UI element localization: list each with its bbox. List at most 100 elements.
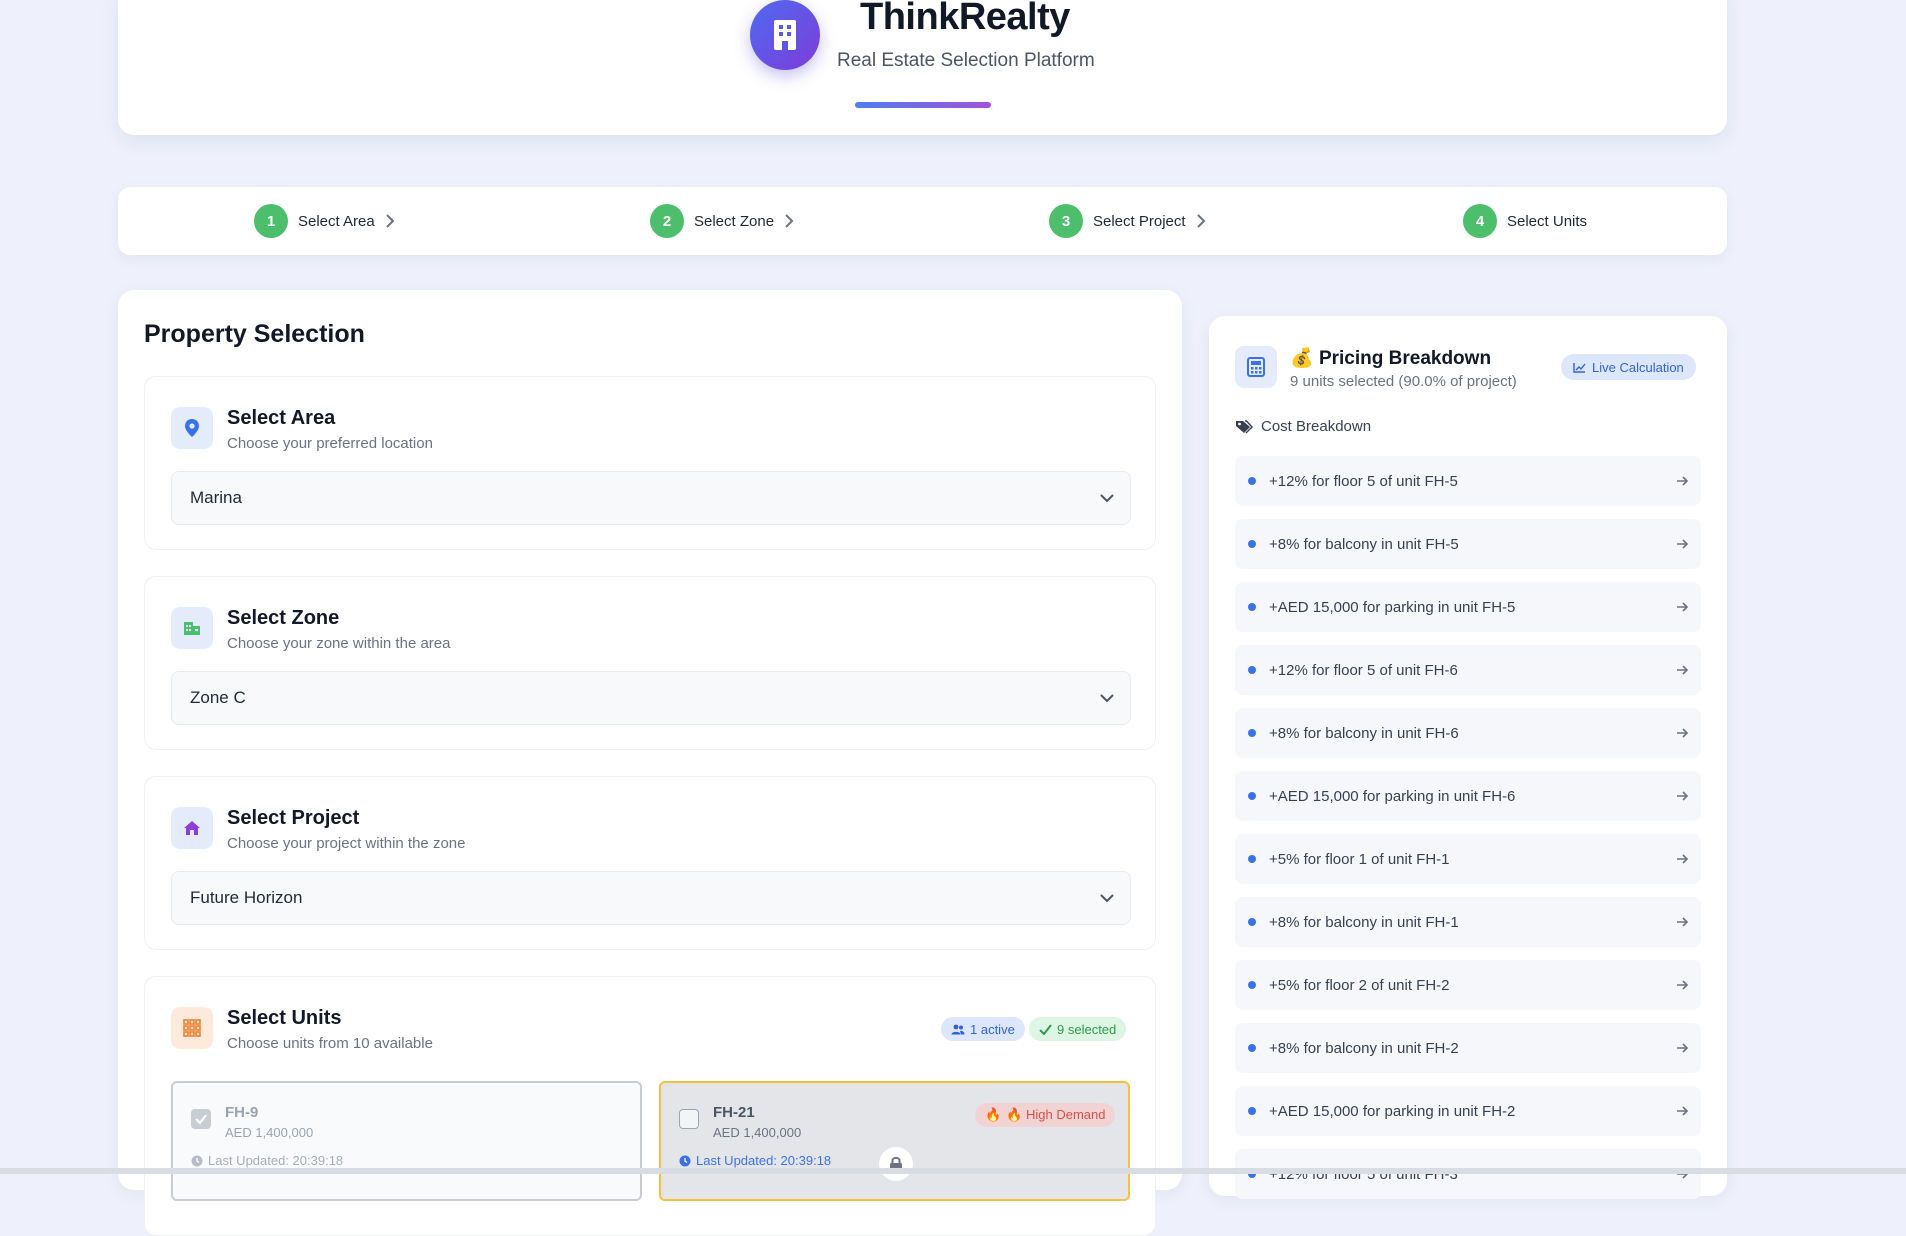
unit-card-fh-9[interactable]: FH-9 AED 1,400,000 Last Updated: 20:39:1… <box>171 1081 642 1201</box>
property-selection-panel: Property Selection Select Area Choose yo… <box>118 290 1182 1236</box>
cost-item[interactable]: +AED 15,000 for parking in unit FH-2 <box>1235 1086 1701 1136</box>
cost-item[interactable]: +12% for floor 5 of unit FH-6 <box>1235 645 1701 695</box>
pricing-title-text: Pricing Breakdown <box>1318 348 1492 369</box>
cost-item-text: +8% for balcony in unit FH-1 <box>1269 913 1459 931</box>
cost-item[interactable]: +5% for floor 2 of unit FH-2 <box>1235 960 1701 1010</box>
step-number: 1 <box>254 204 288 238</box>
select-area-card: Select Area Choose your preferred locati… <box>144 376 1156 550</box>
panel-title: Property Selection <box>144 320 365 348</box>
select-area-subtitle: Choose your preferred location <box>227 435 433 452</box>
unit-name: FH-9 <box>225 1104 259 1121</box>
bullet-dot <box>1248 918 1256 926</box>
chevron-right-icon <box>785 214 794 228</box>
step-select-project[interactable]: 3 Select Project <box>1049 204 1206 238</box>
unit-name: FH-21 <box>713 1104 755 1121</box>
cost-item[interactable]: +8% for balcony in unit FH-6 <box>1235 708 1701 758</box>
select-zone-card: Select Zone Choose your zone within the … <box>144 576 1156 750</box>
area-select-value: Marina <box>190 488 242 507</box>
map-pin-icon <box>171 407 213 449</box>
cost-item[interactable]: +12% for floor 5 of unit FH-5 <box>1235 456 1701 506</box>
zone-select[interactable]: Zone C <box>171 671 1131 725</box>
select-zone-title: Select Zone <box>227 607 340 629</box>
progress-steps: 1 Select Area 2 Select Zone 3 Select Pro… <box>118 187 1727 255</box>
cost-item[interactable]: +8% for balcony in unit FH-2 <box>1235 1023 1701 1073</box>
brand-underline <box>855 102 991 108</box>
cost-item[interactable]: +AED 15,000 for parking in unit FH-5 <box>1235 582 1701 632</box>
tags-icon <box>1236 419 1253 433</box>
bullet-dot <box>1248 729 1256 737</box>
arrow-right-icon <box>1677 539 1689 549</box>
select-units-subtitle: Choose units from 10 available <box>227 1035 433 1052</box>
header-card: ThinkRealty Real Estate Selection Platfo… <box>118 0 1727 135</box>
step-label: Select Zone <box>694 212 775 230</box>
area-select[interactable]: Marina <box>171 471 1131 525</box>
cost-item[interactable]: +8% for balcony in unit FH-5 <box>1235 519 1701 569</box>
pricing-subtitle: 9 units selected (90.0% of project) <box>1290 373 1517 390</box>
unit-last-updated: Last Updated: 20:39:18 <box>191 1153 343 1168</box>
cost-item-text: +AED 15,000 for parking in unit FH-5 <box>1269 598 1516 616</box>
arrow-right-icon <box>1677 791 1689 801</box>
cost-item[interactable]: +5% for floor 1 of unit FH-1 <box>1235 834 1701 884</box>
cost-item-text: +12% for floor 5 of unit FH-5 <box>1269 472 1458 490</box>
cost-item-text: +5% for floor 1 of unit FH-1 <box>1269 850 1450 868</box>
unit-last-updated: Last Updated: 20:39:18 <box>679 1153 831 1168</box>
step-label: Select Units <box>1507 212 1588 230</box>
select-area-title: Select Area <box>227 407 336 429</box>
step-label: Select Project <box>1093 212 1186 230</box>
select-units-card: Select Units Choose units from 10 availa… <box>144 976 1156 1236</box>
arrow-right-icon <box>1677 1106 1689 1116</box>
step-select-units[interactable]: 4 Select Units <box>1463 204 1587 238</box>
pricing-title: 💰 Pricing Breakdown <box>1290 346 1491 370</box>
cost-item-text: +8% for balcony in unit FH-6 <box>1269 724 1459 742</box>
pricing-breakdown-panel: 💰 Pricing Breakdown 9 units selected (90… <box>1209 316 1727 1199</box>
step-select-zone[interactable]: 2 Select Zone <box>650 204 794 238</box>
bullet-dot <box>1248 981 1256 989</box>
step-number: 3 <box>1049 204 1083 238</box>
arrow-right-icon <box>1677 917 1689 927</box>
brand-subtitle: Real Estate Selection Platform <box>837 50 1095 71</box>
calculator-icon <box>1235 346 1277 388</box>
brand-title: ThinkRealty <box>860 0 1070 38</box>
arrow-right-icon <box>1677 728 1689 738</box>
project-select[interactable]: Future Horizon <box>171 871 1131 925</box>
cost-item[interactable]: +8% for balcony in unit FH-1 <box>1235 897 1701 947</box>
high-demand-text: 🔥 High Demand <box>1006 1107 1106 1122</box>
cost-item[interactable]: +12% for floor 5 of unit FH-3 <box>1235 1149 1701 1199</box>
arrow-right-icon <box>1677 665 1689 675</box>
cost-item-text: +12% for floor 5 of unit FH-6 <box>1269 661 1458 679</box>
building-icon <box>750 0 820 70</box>
zone-select-value: Zone C <box>190 688 246 707</box>
chevron-down-icon <box>1100 494 1114 503</box>
selected-count-text: 9 selected <box>1057 1021 1117 1037</box>
money-bag-icon: 💰 <box>1290 348 1314 369</box>
bullet-dot <box>1248 666 1256 674</box>
city-icon <box>171 607 213 649</box>
cost-item-text: +5% for floor 2 of unit FH-2 <box>1269 976 1450 994</box>
select-project-subtitle: Choose your project within the zone <box>227 835 466 852</box>
fire-icon: 🔥 <box>985 1107 1002 1122</box>
clock-icon <box>191 1155 203 1166</box>
clock-icon <box>679 1155 691 1166</box>
arrow-right-icon <box>1677 476 1689 486</box>
active-users-badge: 1 active <box>941 1017 1025 1041</box>
unit-checkbox[interactable] <box>679 1109 699 1129</box>
cost-item-text: +8% for balcony in unit FH-5 <box>1269 535 1459 553</box>
project-select-value: Future Horizon <box>190 888 303 907</box>
chevron-down-icon <box>1100 894 1114 903</box>
bullet-dot <box>1248 1107 1256 1115</box>
unit-price: AED 1,400,000 <box>713 1125 802 1140</box>
check-icon <box>195 1114 207 1125</box>
live-calculation-badge: Live Calculation <box>1561 354 1696 380</box>
step-label: Select Area <box>298 212 375 230</box>
cost-item-text: +AED 15,000 for parking in unit FH-2 <box>1269 1102 1516 1120</box>
bullet-dot <box>1248 1044 1256 1052</box>
unit-card-fh-21[interactable]: FH-21 AED 1,400,000 🔥 🔥 High Demand Last… <box>659 1081 1130 1201</box>
select-units-title: Select Units <box>227 1007 342 1029</box>
unit-checkbox[interactable] <box>191 1109 211 1129</box>
step-number: 4 <box>1463 204 1497 238</box>
cost-item[interactable]: +AED 15,000 for parking in unit FH-6 <box>1235 771 1701 821</box>
bottom-edge <box>0 1168 1906 1174</box>
high-demand-badge: 🔥 🔥 High Demand <box>975 1103 1116 1127</box>
step-select-area[interactable]: 1 Select Area <box>254 204 395 238</box>
bullet-dot <box>1248 855 1256 863</box>
